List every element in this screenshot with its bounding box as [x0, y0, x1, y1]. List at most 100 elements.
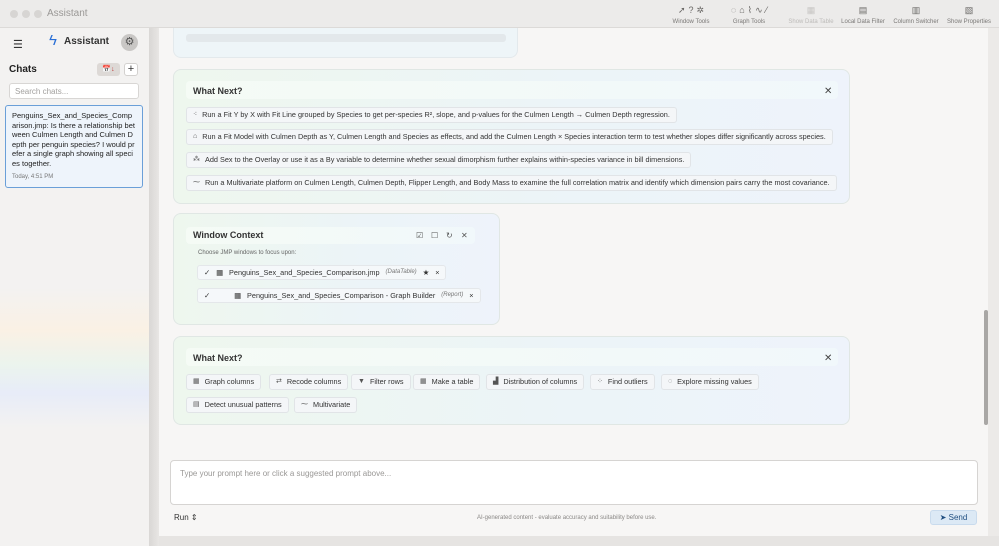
multivariate-icon: ⁓ [301, 401, 308, 408]
brush-icon[interactable]: ⌂ [739, 4, 744, 16]
what-next-title: What Next? [193, 353, 243, 363]
scrollbar-thumb[interactable] [984, 310, 988, 425]
cursor-icon[interactable]: ➚ [678, 4, 686, 16]
chevron-updown-icon: ⇕ [190, 513, 198, 522]
window-context-subtitle: Choose JMP windows to focus upon: [198, 250, 297, 256]
freehand-icon[interactable]: ⌇ [748, 4, 752, 16]
line-icon[interactable]: ∿ [755, 4, 763, 16]
chip-label: Detect unusual patterns [204, 400, 282, 409]
sort-chats-button[interactable]: 📅↓ [97, 63, 120, 76]
zoom-window-button[interactable] [34, 10, 42, 18]
suggestion-multivariate[interactable]: ⁓ Run a Multivariate platform on Culmen … [186, 175, 837, 191]
check-icon[interactable]: ✓ [204, 266, 210, 279]
graph-tools-label: Graph Tools [732, 19, 766, 25]
show-properties-label: Show Properties [946, 19, 992, 25]
context-window-type: (DataTable) [385, 269, 417, 275]
chip-explore-missing[interactable]: ◌ Explore missing values [661, 374, 759, 390]
chip-make-table[interactable]: ▦ Make a table [413, 374, 481, 390]
run-mode-label: Run [174, 513, 189, 522]
chip-label: Multivariate [313, 400, 351, 409]
star-icon[interactable]: ★ [423, 266, 430, 279]
column-switcher-button[interactable]: ▥ Column Switcher [891, 4, 941, 26]
chip-label: Recode columns [286, 377, 342, 386]
send-icon: ➤ [939, 513, 947, 522]
context-window-name: Penguins_Sex_and_Species_Comparison.jmp [229, 268, 380, 277]
show-data-table-button[interactable]: ▦ Show Data Table [786, 4, 836, 26]
menu-icon[interactable]: ☰ [13, 38, 23, 51]
refresh-icon[interactable]: ↻ [446, 231, 453, 240]
chip-filter-rows[interactable]: ▼ Filter rows [351, 374, 411, 390]
context-window-type: (Report) [441, 292, 464, 298]
new-chat-button[interactable]: + [124, 63, 138, 76]
chat-title: Penguins_Sex_and_Species_Comparison.jmp:… [12, 111, 135, 168]
close-what-next-icon[interactable]: ✕ [824, 86, 832, 97]
send-button[interactable]: ➤ Send [930, 510, 977, 525]
previous-output-content [186, 34, 506, 42]
show-data-table-label: Show Data Table [788, 19, 834, 25]
remove-icon[interactable]: × [469, 289, 473, 302]
window-bottom-edge [159, 536, 999, 546]
minimize-window-button[interactable] [22, 10, 30, 18]
chip-label: Make a table [431, 377, 474, 386]
help-icon[interactable]: ? [688, 4, 693, 16]
context-window-name: Penguins_Sex_and_Species_Comparison - Gr… [247, 291, 436, 300]
graph-tools-group[interactable]: ◌ ⌂ ⌇ ∿ ⁄ Graph Tools [716, 4, 782, 26]
chip-recode-columns[interactable]: ⇄ Recode columns [269, 374, 349, 390]
chip-label: Filter rows [369, 377, 404, 386]
conversation-area: What Next? ✕ ⁖ Run a Fit Y by X with Fit… [159, 28, 988, 454]
window-context-title: Window Context [193, 230, 264, 240]
ai-disclaimer: AI-generated content - evaluate accuracy… [477, 515, 657, 521]
column-switcher-label: Column Switcher [893, 19, 939, 25]
crosshair-icon[interactable]: ✲ [697, 4, 705, 16]
chats-heading: Chats [9, 64, 37, 75]
suggestion-add-sex-overlay[interactable]: ⁂ Add Sex to the Overlay or use it as a … [186, 152, 692, 168]
run-mode-select[interactable]: Run ⇕ [174, 513, 198, 522]
check-icon[interactable]: ✓ [204, 289, 210, 302]
outliers-icon: ⁘ [597, 378, 603, 385]
filter-icon: ▤ [858, 5, 868, 15]
table-icon: ▦ [420, 378, 427, 385]
missing-icon: ◌ [668, 378, 673, 385]
lasso-icon[interactable]: ◌ [731, 4, 736, 16]
chip-graph-columns[interactable]: ▦ Graph columns [186, 374, 262, 390]
local-data-filter-label: Local Data Filter [841, 19, 885, 25]
context-window-report[interactable]: ✓ ▦ Penguins_Sex_and_Species_Comparison … [197, 288, 481, 303]
chip-distribution[interactable]: ▟ Distribution of columns [486, 374, 585, 390]
search-chats-input[interactable] [9, 83, 139, 99]
what-next-panel-quick: What Next? ✕ ▦ Graph columns ⇄ Recode co… [173, 336, 850, 425]
prompt-input[interactable] [170, 460, 978, 505]
deselect-all-icon[interactable]: ☐ [431, 231, 438, 240]
brand-title: Assistant [64, 36, 110, 47]
chip-detect-patterns[interactable]: ▤ Detect unusual patterns [186, 397, 289, 413]
window-tools-label: Window Tools [672, 19, 710, 25]
context-window-datatable[interactable]: ✓ ▦ Penguins_Sex_and_Species_Comparison.… [197, 265, 447, 280]
close-context-icon[interactable]: ✕ [461, 231, 468, 240]
select-all-icon[interactable]: ☑ [416, 231, 423, 240]
suggestion-fit-model[interactable]: ⌂ Run a Fit Model with Culmen Depth as Y… [186, 129, 833, 145]
sidebar-decoration [0, 288, 149, 428]
chip-find-outliers[interactable]: ⁘ Find outliers [590, 374, 655, 390]
remove-icon[interactable]: × [435, 266, 439, 279]
datatable-icon: ▦ [216, 268, 224, 277]
what-next-header [186, 348, 838, 366]
filter-icon: ▼ [358, 378, 365, 385]
settings-gear-icon[interactable]: ⚙ [121, 34, 138, 51]
window-title: Assistant [47, 8, 88, 19]
report-icon: ▦ [234, 291, 242, 300]
sidebar-divider [149, 28, 159, 546]
local-data-filter-button[interactable]: ▤ Local Data Filter [839, 4, 887, 26]
chat-list-item[interactable]: Penguins_Sex_and_Species_Comparison.jmp:… [5, 105, 143, 188]
window-context-panel: Window Context ☑ ☐ ↻ ✕ Choose JMP window… [173, 213, 500, 325]
what-next-panel-detailed: What Next? ✕ ⁖ Run a Fit Y by X with Fit… [173, 69, 850, 204]
suggestion-fit-y-by-x[interactable]: ⁖ Run a Fit Y by X with Fit Line grouped… [186, 107, 677, 123]
patterns-icon: ▤ [193, 401, 200, 408]
chip-label: Explore missing values [677, 377, 752, 386]
pen-icon[interactable]: ⁄ [766, 4, 768, 16]
model-icon: ⌂ [193, 133, 198, 140]
window-tools-group[interactable]: ➚ ? ✲ Window Tools [669, 4, 713, 26]
close-window-button[interactable] [10, 10, 18, 18]
close-what-next-icon[interactable]: ✕ [824, 353, 832, 364]
previous-output-panel [173, 28, 518, 58]
show-properties-button[interactable]: ▧ Show Properties [944, 4, 994, 26]
chip-multivariate[interactable]: ⁓ Multivariate [294, 397, 358, 413]
